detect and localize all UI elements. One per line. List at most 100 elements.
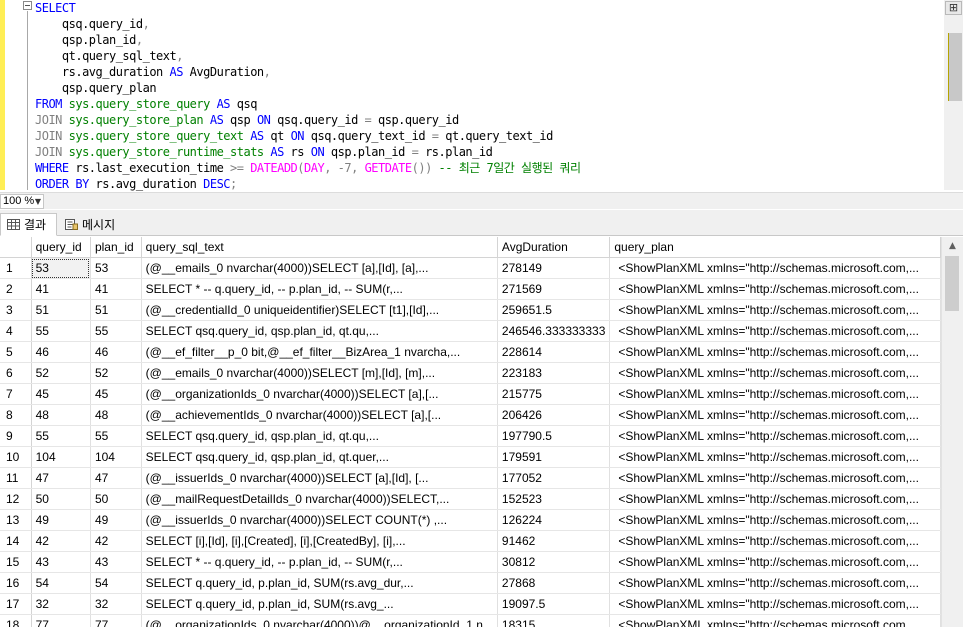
row-number[interactable]: 8 <box>0 404 32 426</box>
table-cell[interactable]: 19097.5 <box>497 593 611 615</box>
table-cell[interactable]: 52 <box>90 362 142 384</box>
table-cell[interactable]: 77 <box>90 614 142 627</box>
code-line[interactable]: ORDER BY rs.avg_duration DESC; <box>35 176 940 192</box>
row-number[interactable]: 1 <box>0 257 32 279</box>
table-cell[interactable]: (@__emails_0 nvarchar(4000))SELECT [a],[… <box>141 257 498 279</box>
table-cell[interactable]: 55 <box>90 320 142 342</box>
table-cell[interactable]: 91462 <box>497 530 611 552</box>
code-line[interactable]: qsp.plan_id, <box>35 32 940 48</box>
table-row[interactable]: 12 50 50 (@__mailRequestDetailIds_0 nvarcha… <box>0 488 941 510</box>
table-cell[interactable]: SELECT qsq.query_id, qsp.plan_id, qt.qu,… <box>141 320 498 342</box>
collapse-toggle-icon[interactable] <box>23 1 32 10</box>
table-cell[interactable]: 49 <box>90 509 142 531</box>
table-cell[interactable]: <ShowPlanXML xmlns="http://schemas.micro… <box>609 551 941 573</box>
table-cell[interactable]: 46 <box>90 341 142 363</box>
table-row[interactable]: 11 47 47 (@__issuerIds_0 nvarchar(4000))SEL… <box>0 467 941 489</box>
table-cell[interactable]: <ShowPlanXML xmlns="http://schemas.micro… <box>609 257 941 279</box>
table-cell[interactable]: (@__organizationIds_0 nvarchar(4000))@__… <box>141 614 498 627</box>
table-cell[interactable]: 48 <box>90 404 142 426</box>
row-number[interactable]: 12 <box>0 488 32 510</box>
table-cell[interactable]: <ShowPlanXML xmlns="http://schemas.micro… <box>609 299 941 321</box>
split-arrows-icon[interactable]: ⊞ <box>945 1 962 15</box>
table-cell[interactable]: SELECT [i],[Id], [i],[Created], [i],[Cre… <box>141 530 498 552</box>
zoom-dropdown[interactable]: 100 % ▼ <box>0 194 44 209</box>
code-line[interactable]: WHERE rs.last_execution_time >= DATEADD(… <box>35 160 940 176</box>
row-number[interactable]: 3 <box>0 299 32 321</box>
table-cell[interactable]: 179591 <box>497 446 611 468</box>
table-cell[interactable]: 49 <box>31 509 91 531</box>
column-header[interactable]: query_id <box>31 237 91 258</box>
grid-scroll-thumb[interactable] <box>945 256 959 311</box>
code-line[interactable]: rs.avg_duration AS AvgDuration, <box>35 64 940 80</box>
row-number[interactable]: 16 <box>0 572 32 594</box>
results-grid[interactable]: query_id plan_id query_sql_text AvgDurat… <box>0 237 941 627</box>
table-cell[interactable]: SELECT q.query_id, p.plan_id, SUM(rs.avg… <box>141 593 498 615</box>
table-cell[interactable]: 259651.5 <box>497 299 611 321</box>
grid-scrollbar[interactable]: ▲ <box>941 237 963 627</box>
table-row[interactable]: 1 53 53 (@__emails_0 nvarchar(4000))SELECT … <box>0 257 941 279</box>
table-cell[interactable]: 41 <box>31 278 91 300</box>
table-cell[interactable]: 30812 <box>497 551 611 573</box>
row-number[interactable]: 4 <box>0 320 32 342</box>
table-row[interactable]: 6 52 52 (@__emails_0 nvarchar(4000))SELECT … <box>0 362 941 384</box>
table-cell[interactable]: 55 <box>31 320 91 342</box>
table-cell[interactable]: 54 <box>31 572 91 594</box>
code-area[interactable]: SELECT qsq.query_id, qsp.plan_id, qt.que… <box>35 0 940 192</box>
editor-scroll-thumb[interactable] <box>948 33 962 101</box>
table-cell[interactable]: 32 <box>31 593 91 615</box>
table-row[interactable]: 3 51 51 (@__credentialId_0 uniqueidentifier… <box>0 299 941 321</box>
table-row[interactable]: 15 43 43 SELECT * -- q.query_id, -- p.plan_… <box>0 551 941 573</box>
table-row[interactable]: 17 32 32 SELECT q.query_id, p.plan_id, SUM(… <box>0 593 941 615</box>
code-line[interactable]: qt.query_sql_text, <box>35 48 940 64</box>
scroll-up-icon[interactable]: ▲ <box>942 237 963 255</box>
code-line[interactable]: JOIN sys.query_store_plan AS qsp ON qsq.… <box>35 112 940 128</box>
table-cell[interactable]: 77 <box>31 614 91 627</box>
table-row[interactable]: 13 49 49 (@__issuerIds_0 nvarchar(4000))SEL… <box>0 509 941 531</box>
row-number[interactable]: 18 <box>0 614 32 627</box>
row-number[interactable]: 13 <box>0 509 32 531</box>
row-number[interactable]: 2 <box>0 278 32 300</box>
table-cell[interactable]: 53 <box>90 257 142 279</box>
table-cell[interactable]: (@__organizationIds_0 nvarchar(4000))SEL… <box>141 383 498 405</box>
code-line[interactable]: JOIN sys.query_store_runtime_stats AS rs… <box>35 144 940 160</box>
table-cell[interactable]: (@__issuerIds_0 nvarchar(4000))SELECT [a… <box>141 467 498 489</box>
table-cell[interactable]: <ShowPlanXML xmlns="http://schemas.micro… <box>609 425 941 447</box>
table-cell[interactable]: (@__ef_filter__p_0 bit,@__ef_filter__Biz… <box>141 341 498 363</box>
table-cell[interactable]: <ShowPlanXML xmlns="http://schemas.micro… <box>609 572 941 594</box>
table-cell[interactable]: 47 <box>90 467 142 489</box>
table-cell[interactable]: 53 <box>31 257 91 279</box>
table-cell[interactable]: 223183 <box>497 362 611 384</box>
table-cell[interactable]: 215775 <box>497 383 611 405</box>
table-cell[interactable]: <ShowPlanXML xmlns="http://schemas.micro… <box>609 530 941 552</box>
table-row[interactable]: 5 46 46 (@__ef_filter__p_0 bit,@__ef_filter… <box>0 341 941 363</box>
table-row[interactable]: 16 54 54 SELECT q.query_id, p.plan_id, SUM(… <box>0 572 941 594</box>
row-number[interactable]: 17 <box>0 593 32 615</box>
sql-editor[interactable]: SELECT qsq.query_id, qsp.plan_id, qt.que… <box>0 0 963 192</box>
column-header[interactable]: AvgDuration <box>497 237 611 258</box>
code-line[interactable]: SELECT <box>35 0 940 16</box>
table-cell[interactable]: SELECT * -- q.query_id, -- p.plan_id, --… <box>141 278 498 300</box>
column-header[interactable]: plan_id <box>90 237 142 258</box>
table-cell[interactable]: 246546.333333333 <box>497 320 611 342</box>
table-row[interactable]: 2 41 41 SELECT * -- q.query_id, -- p.plan_i… <box>0 278 941 300</box>
table-cell[interactable]: <ShowPlanXML xmlns="http://schemas.micro… <box>609 593 941 615</box>
table-cell[interactable]: 43 <box>90 551 142 573</box>
table-cell[interactable]: 228614 <box>497 341 611 363</box>
table-cell[interactable]: <ShowPlanXML xmlns="http://schemas.micro… <box>609 320 941 342</box>
row-number[interactable]: 14 <box>0 530 32 552</box>
table-cell[interactable]: 177052 <box>497 467 611 489</box>
row-number-header[interactable] <box>0 237 32 258</box>
table-cell[interactable]: SELECT qsq.query_id, qsp.plan_id, qt.qu,… <box>141 425 498 447</box>
table-cell[interactable]: 152523 <box>497 488 611 510</box>
table-cell[interactable]: <ShowPlanXML xmlns="http://schemas.micro… <box>609 509 941 531</box>
table-cell[interactable]: 50 <box>90 488 142 510</box>
code-line[interactable]: JOIN sys.query_store_query_text AS qt ON… <box>35 128 940 144</box>
table-cell[interactable]: SELECT qsq.query_id, qsp.plan_id, qt.que… <box>141 446 498 468</box>
table-cell[interactable]: 45 <box>31 383 91 405</box>
table-cell[interactable]: <ShowPlanXML xmlns="http://schemas.micro… <box>609 383 941 405</box>
table-cell[interactable]: 51 <box>31 299 91 321</box>
column-header[interactable]: query_sql_text <box>141 237 498 258</box>
row-number[interactable]: 7 <box>0 383 32 405</box>
table-row[interactable]: 10 104 104 SELECT qsq.query_id, qsp.plan_id… <box>0 446 941 468</box>
table-cell[interactable]: 55 <box>31 425 91 447</box>
